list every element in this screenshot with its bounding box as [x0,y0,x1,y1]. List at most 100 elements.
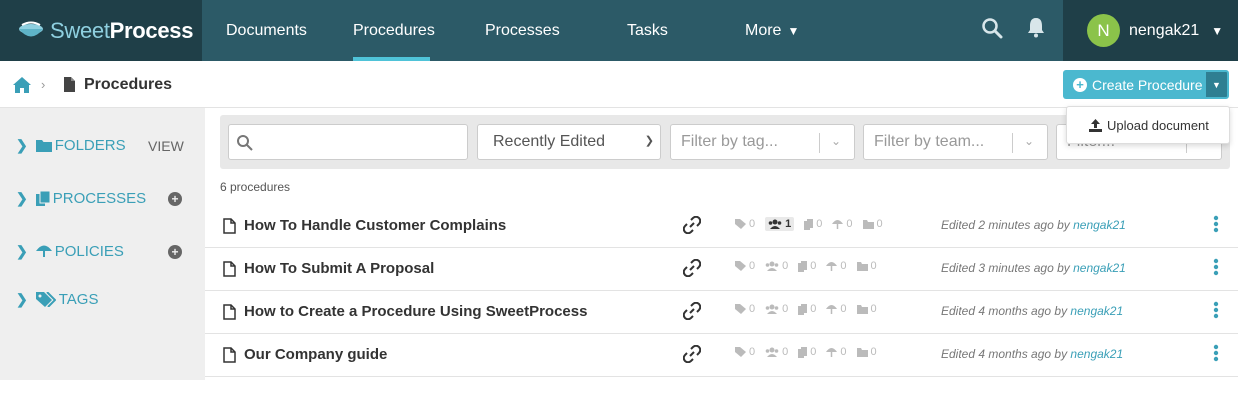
team-filter-input[interactable]: Filter by team... ⌄ [863,124,1048,160]
logo-cup-icon [19,21,43,36]
policy-count: 0 [826,346,847,358]
search-icon [237,134,253,151]
link-icon[interactable] [683,302,701,320]
add-policy-icon[interactable]: + [168,245,182,259]
folder-count: 0 [856,346,877,358]
policy-count: 0 [826,260,847,272]
tag-count: 0 [735,260,755,272]
more-options-icon[interactable] [1213,258,1219,276]
editor-link[interactable]: nengak21 [1073,218,1126,232]
folders-view-link[interactable]: VIEW [148,138,184,154]
procedure-title[interactable]: How to Create a Procedure Using SweetPro… [244,303,587,320]
more-options-icon[interactable] [1213,344,1219,362]
more-options-icon[interactable] [1213,301,1219,319]
file-icon [223,261,236,277]
team-count: 0 [765,260,788,272]
policy-count: 0 [832,218,853,230]
add-process-icon[interactable]: + [168,192,182,206]
tags-icon [35,292,56,307]
edited-info: Edited 4 months ago by nengak21 [941,347,1124,361]
more-options-icon[interactable] [1213,215,1219,233]
table-row[interactable]: How To Submit A Proposal 0 0 0 0 0 Edite… [205,248,1238,291]
users-icon [768,219,782,229]
editor-link[interactable]: nengak21 [1073,261,1126,275]
table-row[interactable]: Our Company guide 0 0 0 0 0 Edited 4 mon… [205,334,1238,377]
home-icon[interactable] [12,76,32,94]
team-count: 0 [765,346,788,358]
chevron-down-icon: ▼ [1211,23,1224,38]
page-title: Procedures [84,76,173,93]
procedure-title[interactable]: Our Company guide [244,346,387,363]
tag-filter-input[interactable]: Filter by tag... ⌄ [670,124,855,160]
bell-icon[interactable] [1026,16,1046,38]
create-procedure-button[interactable]: + Create Procedure [1063,70,1204,99]
users-icon [765,347,779,357]
sidebar-item-policies[interactable]: ❯ POLICIES [16,243,124,260]
nav-processes[interactable]: Processes [485,0,560,61]
document-icon [64,77,75,92]
link-icon[interactable] [683,259,701,277]
process-count: 0 [798,346,816,358]
table-row[interactable]: How to Create a Procedure Using SweetPro… [205,291,1238,334]
folder-icon [35,140,52,152]
link-icon[interactable] [683,216,701,234]
chevron-right-icon: ❯ [16,190,28,206]
file-icon [223,304,236,320]
chevron-down-icon: ⌄ [831,134,842,148]
link-icon[interactable] [683,345,701,363]
breadcrumb-separator: › [41,77,46,92]
chevron-right-icon: ❯ [16,243,28,259]
copy-icon [798,346,808,358]
users-icon [765,261,779,271]
create-dropdown-menu: Upload document [1066,106,1230,144]
edited-info: Edited 4 months ago by nengak21 [941,304,1124,318]
process-count: 0 [804,218,822,230]
procedure-count: 6 procedures [220,180,291,194]
copy-icon [798,303,808,315]
umbrella-icon [826,262,838,271]
sidebar-item-processes[interactable]: ❯ PROCESSES [16,190,146,207]
tag-icon [735,304,746,314]
folder-icon [862,219,874,229]
procedure-stats: 0 1 0 0 0 [735,217,893,231]
editor-link[interactable]: nengak21 [1070,304,1123,318]
search-icon[interactable] [981,17,1003,39]
nav-tasks[interactable]: Tasks [627,0,668,61]
team-count: 1 [765,217,795,231]
folder-count: 0 [862,218,883,230]
users-icon [765,304,779,314]
umbrella-icon [35,245,52,257]
procedure-title[interactable]: How To Submit A Proposal [244,260,434,277]
tag-count: 0 [735,346,755,358]
file-icon [223,347,236,363]
chevron-down-icon: ⌄ [1024,134,1035,148]
nav-documents[interactable]: Documents [226,0,307,61]
nav-more[interactable]: More ▼ [745,0,799,61]
copy-icon [804,218,814,230]
breadcrumb-bar [0,61,1238,108]
table-row[interactable]: How To Handle Customer Complains 0 1 0 0… [205,205,1238,248]
process-count: 0 [798,260,816,272]
copy-icon [798,260,808,272]
procedure-title[interactable]: How To Handle Customer Complains [244,217,506,234]
sidebar-item-folders[interactable]: ❯ FOLDERS [16,137,126,154]
umbrella-icon [826,348,838,357]
folder-count: 0 [856,260,877,272]
search-input[interactable] [228,124,468,160]
upload-document-item[interactable]: Upload document [1107,118,1209,133]
folder-count: 0 [856,303,877,315]
user-menu[interactable]: N nengak21 ▼ [1063,0,1238,61]
team-count: 0 [765,303,788,315]
sidebar-item-tags[interactable]: ❯ TAGS [16,291,98,308]
nav-procedures[interactable]: Procedures [353,0,435,61]
procedure-stats: 0 0 0 0 0 [735,303,887,315]
chevron-down-icon: ❯ [644,135,654,147]
umbrella-icon [832,220,844,229]
username: nengak21 [1129,21,1200,39]
chevron-right-icon: ❯ [16,291,28,307]
create-dropdown-toggle[interactable]: ▼ [1204,70,1229,99]
logo[interactable]: SweetProcess [0,0,202,61]
logo-text: SweetProcess [50,17,194,43]
editor-link[interactable]: nengak21 [1070,347,1123,361]
sort-select[interactable]: Recently Edited ❯ [477,124,661,160]
